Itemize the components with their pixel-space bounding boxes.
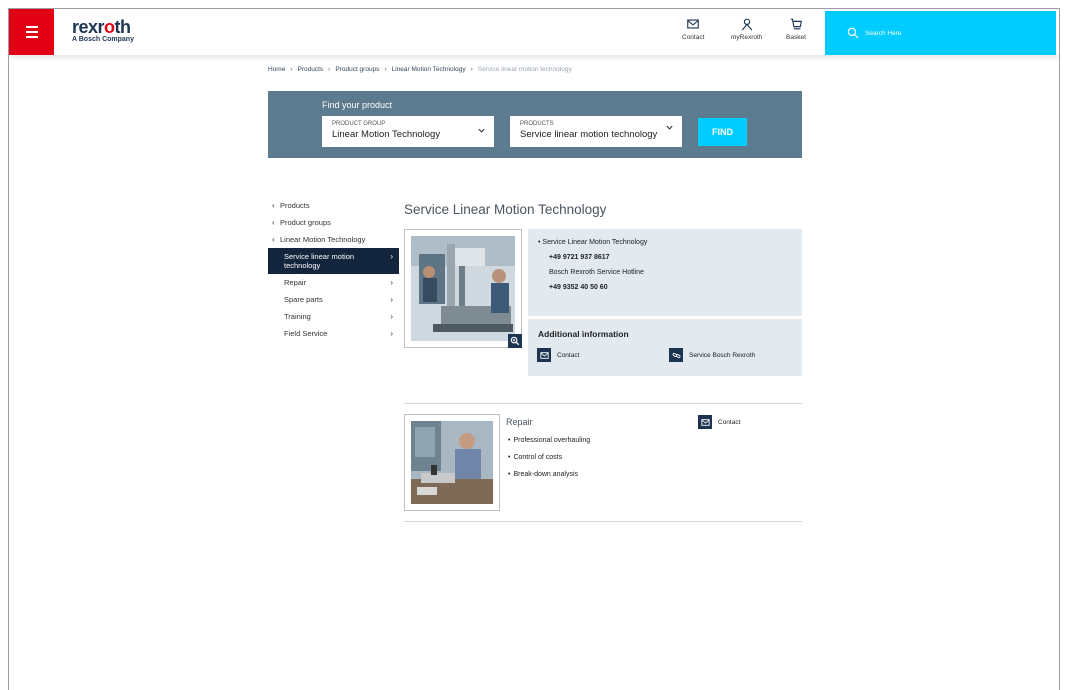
header-myrexroth-link[interactable]: myRexroth [731,17,762,41]
sidenav-label: Products [280,201,310,210]
mail-icon [687,19,700,29]
list-item: Break-down analysis [508,471,590,478]
finder-title: Find your product [322,100,393,110]
hamburger-menu-button[interactable] [9,9,54,55]
logo-wordmark: rexroth [72,17,131,37]
sidenav-label: Field Service [284,329,328,338]
chevron-right-icon: › [290,66,293,73]
info-service-name: • Service Linear Motion Technology [538,239,792,246]
chevron-right-icon: › [390,278,393,287]
header-myrexroth-label: myRexroth [731,34,763,41]
service-bosch-rexroth-link[interactable]: Service Bosch Rexroth [669,348,755,362]
search-input[interactable]: Search Here [825,11,1056,55]
chevron-down-icon [666,125,673,130]
info-phone-2[interactable]: +49 9352 40 50 60 [538,284,792,291]
machine-photo [411,236,515,341]
sidenav-back-linear-motion[interactable]: ‹ Linear Motion Technology [268,231,399,248]
cart-icon [790,18,802,30]
repair-image-frame[interactable] [404,414,500,511]
product-group-select[interactable]: PRODUCT GROUP Linear Motion Technology [322,116,494,147]
sidenav-label: Service linear motion technology [284,252,355,270]
browser-viewport: rexroth A Bosch Company Contact myRexrot… [8,8,1060,690]
breadcrumb-home[interactable]: Home [268,66,285,73]
chevron-down-icon [478,128,485,133]
sidenav-label: Training [284,312,311,321]
info-service-text: Service Linear Motion Technology [542,239,648,246]
zoom-in-button[interactable] [508,334,522,348]
products-value: Service linear motion technology [520,129,658,140]
repair-contact-link[interactable]: Contact [698,415,740,429]
sidenav-item-spare-parts[interactable]: Spare parts › [268,291,399,308]
side-navigation: ‹ Products ‹ Product groups ‹ Linear Motion… [268,197,399,342]
divider [404,521,802,522]
info-phone-1[interactable]: +49 9721 937 8617 [538,254,792,261]
chevron-right-icon: › [328,66,331,73]
products-select[interactable]: PRODUCTS Service linear motion technolog… [510,116,682,147]
product-image-frame[interactable] [404,229,522,348]
mail-icon [698,415,712,429]
sidenav-back-products[interactable]: ‹ Products [268,197,399,214]
menu-bar [25,36,38,38]
breadcrumb-current: Service linear motion technology [477,66,572,73]
additional-contact-link[interactable]: Contact [537,348,579,362]
chevron-right-icon: › [390,329,393,338]
chevron-left-icon: ‹ [272,235,275,244]
mail-icon [537,348,551,362]
menu-bar [25,26,38,28]
list-item: Control of costs [508,454,590,461]
site-header: rexroth A Bosch Company Contact myRexrot… [9,9,1059,55]
breadcrumb-product-groups[interactable]: Product groups [335,66,379,73]
find-button[interactable]: FIND [698,118,747,146]
list-item: Professional overhauling [508,437,590,444]
search-icon [847,27,859,39]
chevron-right-icon: › [390,295,393,304]
sidenav-back-product-groups[interactable]: ‹ Product groups [268,214,399,231]
header-basket-label: Basket [786,34,806,41]
divider [404,403,802,404]
logo-tagline: A Bosch Company [72,36,134,43]
info-hotline-label: Bosch Rexroth Service Hotline [549,269,644,276]
chevron-right-icon: › [390,252,393,261]
chevron-right-icon: › [470,66,473,73]
sidenav-item-service-linear-motion[interactable]: Service linear motion technology › [268,248,399,274]
repair-bullet-list: Professional overhauling Control of cost… [508,437,590,488]
repair-contact-label: Contact [718,418,741,426]
sidenav-item-repair[interactable]: Repair › [268,274,399,291]
zoom-icon [510,336,520,346]
chevron-left-icon: ‹ [272,201,275,210]
product-group-value: Linear Motion Technology [332,129,441,140]
link-icon [669,348,683,362]
breadcrumb: Home › Products › Product groups › Linea… [268,66,572,73]
sidenav-label: Repair [284,278,307,287]
sidenav-item-training[interactable]: Training › [268,308,399,325]
sidenav-label: Product groups [280,218,331,227]
header-contact-label: Contact [682,34,705,41]
service-bosch-rexroth-label: Service Bosch Rexroth [689,351,756,359]
breadcrumb-linear-motion[interactable]: Linear Motion Technology [392,66,466,73]
additional-info-title: Additional information [538,329,629,339]
additional-contact-label: Contact [557,351,580,359]
contact-info-panel: • Service Linear Motion Technology +49 9… [528,229,802,316]
user-icon [741,18,752,31]
menu-bar [25,31,38,33]
sidenav-label: Spare parts [284,295,323,304]
rexroth-logo[interactable]: rexroth A Bosch Company [72,18,134,43]
sidenav-label: Linear Motion Technology [280,235,366,244]
page-title: Service Linear Motion Technology [404,202,607,217]
header-contact-link[interactable]: Contact [682,17,704,41]
repair-title[interactable]: Repair [506,417,533,427]
chevron-right-icon: › [384,66,387,73]
chevron-left-icon: ‹ [272,218,275,227]
product-group-caption: PRODUCT GROUP [332,121,386,127]
header-basket-link[interactable]: Basket [786,17,806,41]
products-caption: PRODUCTS [520,121,554,127]
breadcrumb-products[interactable]: Products [298,66,324,73]
chevron-right-icon: › [390,312,393,321]
repair-photo [411,421,493,504]
search-placeholder: Search Here [865,29,902,37]
sidenav-item-field-service[interactable]: Field Service › [268,325,399,342]
product-finder: Find your product PRODUCT GROUP Linear M… [268,91,802,158]
